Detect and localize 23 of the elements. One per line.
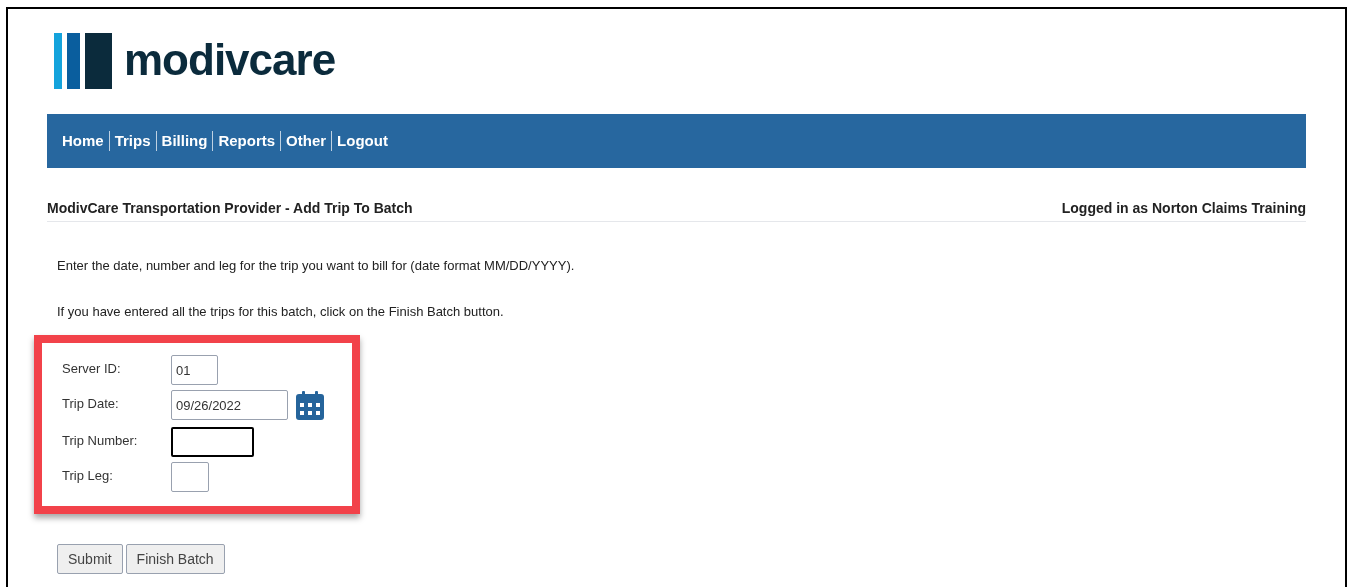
nav-link[interactable]: Logout — [337, 129, 388, 153]
instruction-text: If you have entered all the trips for this batch, click on the Finish Batch button. — [57, 302, 505, 321]
form-button[interactable]: Finish Batch — [125, 544, 225, 574]
nav-link[interactable]: Billing — [161, 129, 208, 153]
field-label: Trip Number: — [62, 432, 139, 450]
nav-link[interactable]: Trips — [114, 129, 151, 153]
calendar-icon[interactable] — [294, 390, 326, 422]
nav-link[interactable]: Reports — [218, 129, 276, 153]
nav-link[interactable]: Other — [286, 129, 327, 153]
instruction-text: Enter the date, number and leg for the trip you want to bill for (date format MM/DD/YYYY). — [57, 257, 576, 275]
field-label: Trip Leg: — [62, 467, 114, 485]
form-button[interactable]: Submit — [57, 544, 123, 574]
input-field[interactable] — [171, 427, 254, 457]
user-info: Logged in as Norton Claims Training — [1061, 199, 1306, 218]
field-label: Server ID: — [62, 360, 122, 378]
logo-icon — [54, 31, 112, 89]
input-field[interactable] — [171, 462, 209, 492]
nav-link[interactable]: Home — [62, 129, 104, 153]
page-title: ModivCare Transportation Provider - Add Trip To Batch — [47, 199, 413, 218]
logo-text: modivcare — [124, 38, 336, 82]
field-label: Trip Date: — [62, 395, 120, 413]
input-field[interactable]: 01 — [171, 355, 218, 385]
input-field[interactable]: 09/26/2022 — [171, 390, 288, 420]
